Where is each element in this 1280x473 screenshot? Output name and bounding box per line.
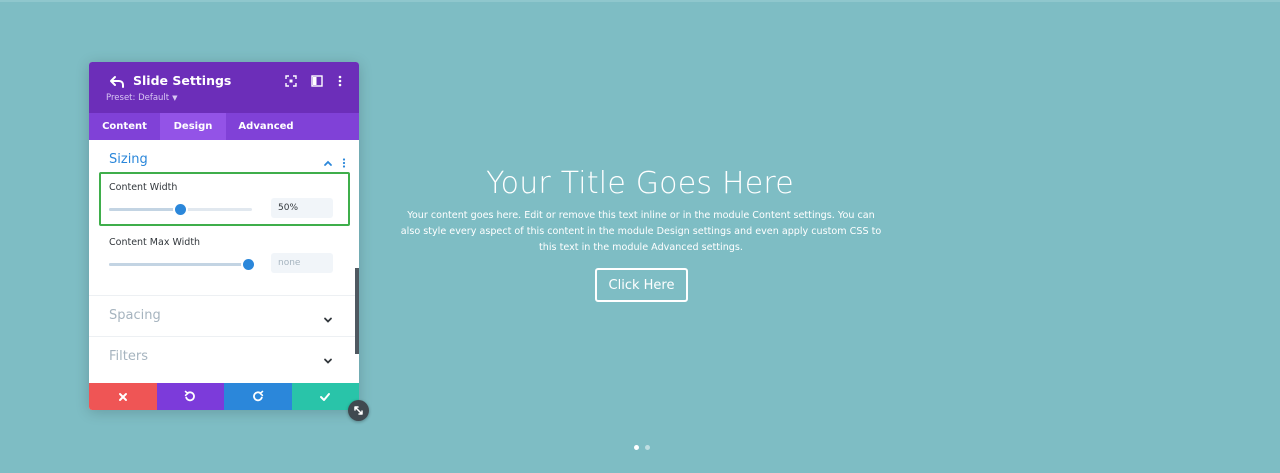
- chevron-down-icon[interactable]: [322, 352, 334, 364]
- discard-button[interactable]: [89, 383, 157, 410]
- content-width-slider-fill: [109, 208, 181, 211]
- section-title-spacing[interactable]: Spacing: [109, 308, 161, 323]
- chevron-up-icon[interactable]: [322, 154, 334, 166]
- redo-button[interactable]: [224, 383, 292, 410]
- content-width-label: Content Width: [109, 182, 178, 193]
- content-max-width-slider[interactable]: [109, 263, 248, 266]
- more-options-icon[interactable]: [333, 74, 347, 88]
- content-max-width-slider-fill: [109, 263, 248, 266]
- check-icon: [319, 387, 331, 406]
- split-view-icon[interactable]: [310, 74, 324, 88]
- content-max-width-label: Content Max Width: [109, 237, 201, 248]
- close-icon: [118, 387, 128, 406]
- redo-icon: [252, 387, 264, 406]
- slide-body-text[interactable]: Your content goes here. Edit or remove t…: [400, 208, 882, 256]
- panel-tabs: Content Design Advanced: [89, 113, 359, 140]
- panel-footer: [89, 383, 359, 410]
- tab-advanced[interactable]: Advanced: [226, 113, 306, 140]
- section-options-icon[interactable]: [342, 154, 346, 168]
- undo-button[interactable]: [156, 383, 224, 410]
- slide-settings-panel: Slide Settings Preset: Default ▼ Content …: [89, 62, 359, 410]
- caret-down-icon: ▼: [172, 94, 178, 102]
- chevron-down-icon[interactable]: [322, 311, 334, 323]
- back-arrow-icon[interactable]: [109, 74, 125, 90]
- slide-title[interactable]: Your Title Goes Here: [360, 166, 920, 201]
- undo-icon: [184, 387, 196, 406]
- resize-handle[interactable]: [348, 400, 369, 421]
- content-width-slider-handle[interactable]: [175, 204, 186, 215]
- tab-content[interactable]: Content: [89, 113, 160, 140]
- panel-title: Slide Settings: [133, 73, 232, 88]
- slide-dot-2[interactable]: [645, 445, 650, 450]
- click-here-button[interactable]: Click Here: [595, 268, 688, 302]
- top-edge-line: [0, 0, 1280, 2]
- section-title-filters[interactable]: Filters: [109, 349, 148, 364]
- slide-pagination: [634, 445, 650, 450]
- content-width-input[interactable]: [271, 198, 333, 218]
- section-divider: [89, 295, 355, 296]
- panel-header: Slide Settings Preset: Default ▼: [89, 62, 359, 113]
- slide-dot-1[interactable]: [634, 445, 639, 450]
- section-title-sizing[interactable]: Sizing: [109, 152, 148, 167]
- tab-design[interactable]: Design: [160, 113, 226, 140]
- content-max-width-slider-handle[interactable]: [242, 259, 254, 270]
- panel-scrollbar[interactable]: [355, 268, 359, 354]
- content-max-width-input[interactable]: [271, 253, 333, 273]
- section-divider: [89, 336, 355, 337]
- preset-label: Preset: Default: [106, 93, 170, 103]
- fullscreen-icon[interactable]: [284, 74, 298, 88]
- preset-dropdown[interactable]: Preset: Default ▼: [106, 93, 178, 103]
- resize-icon: [353, 401, 364, 420]
